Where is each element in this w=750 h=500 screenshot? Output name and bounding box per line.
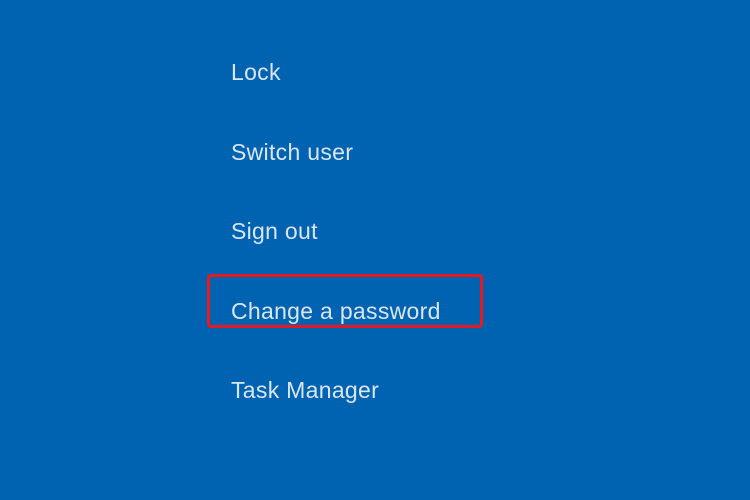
lock-option[interactable]: Lock xyxy=(223,55,449,91)
switch-user-option[interactable]: Switch user xyxy=(223,135,449,171)
security-options-menu: Lock Switch user Sign out Change a passw… xyxy=(223,55,449,409)
sign-out-option[interactable]: Sign out xyxy=(223,214,449,250)
task-manager-option[interactable]: Task Manager xyxy=(223,373,449,409)
change-password-option[interactable]: Change a password xyxy=(223,294,449,330)
